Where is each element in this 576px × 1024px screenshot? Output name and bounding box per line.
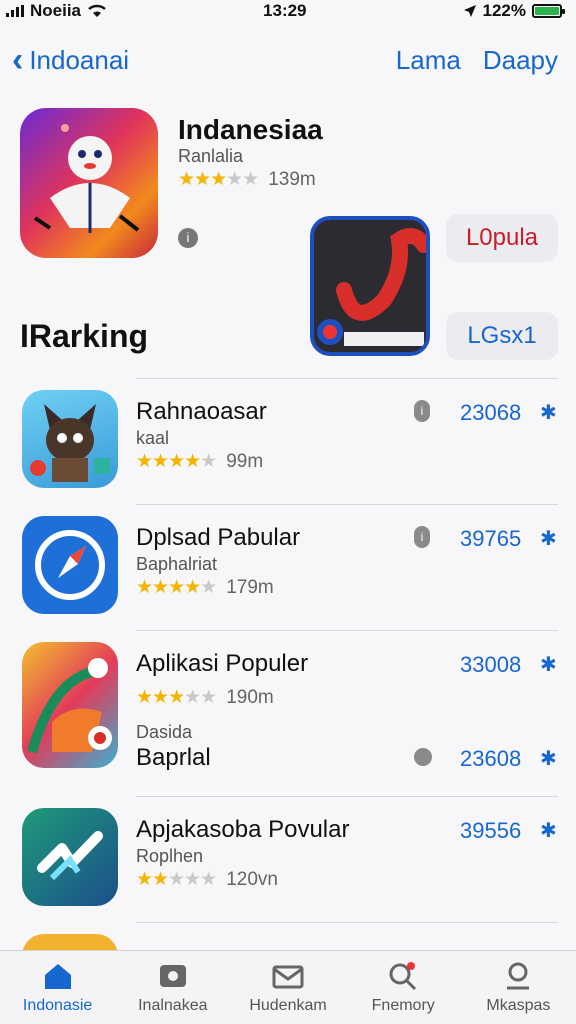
rating-count: 120vn	[226, 868, 278, 890]
app-icon	[22, 808, 118, 906]
tab-fnemory[interactable]: Fnemory	[346, 951, 461, 1024]
info-icon[interactable]	[414, 748, 432, 766]
info-icon[interactable]: i	[178, 228, 198, 248]
rating-count: 99m	[226, 450, 264, 472]
list-item[interactable]: Aplikasi Populer ★★★★★ 190m 33008 ✱ Dasi…	[0, 630, 576, 796]
asterisk-icon[interactable]: ✱	[540, 652, 557, 677]
games-icon	[159, 965, 186, 987]
app-price[interactable]: 39556	[460, 818, 521, 844]
divider	[136, 378, 558, 379]
nav-action-1[interactable]: Lama	[396, 45, 461, 76]
app-icon	[22, 642, 118, 768]
section-title: IRarking	[20, 318, 149, 354]
app-name: Apjakasoba Povular	[136, 816, 350, 843]
tab-label: Indonasie	[22, 997, 93, 1014]
battery-icon	[532, 4, 565, 18]
battery-percent: 122%	[482, 1, 526, 20]
star-rating: ★★★★★	[136, 687, 217, 708]
app-name-secondary: Baprlal	[136, 744, 211, 771]
tab-label: Inalnakea	[138, 997, 208, 1014]
list-item[interactable]: Rahnaoasar kaal ★★★★★ 99m i 23068 ✱	[0, 378, 576, 504]
promo-button-get[interactable]: LGsx1	[446, 312, 558, 360]
app-subtitle: Baphalriat	[136, 554, 218, 574]
back-button[interactable]: ‹ Indoanai	[12, 43, 129, 77]
back-label: Indoanai	[29, 44, 130, 75]
app-rating: ★★★★★ 190m	[136, 686, 274, 709]
app-icon	[22, 934, 118, 950]
app-name: Aplikasi Populer	[136, 650, 309, 677]
info-icon[interactable]: i	[414, 400, 430, 422]
rating-count: 179m	[226, 576, 274, 598]
divider	[136, 504, 558, 505]
carrier-label: Noeiia	[30, 1, 82, 20]
tab-label: Hudenkam	[249, 997, 327, 1014]
star-rating: ★★★★★	[136, 869, 217, 890]
rating-count: 190m	[226, 686, 274, 708]
promo-app-icon[interactable]	[310, 216, 430, 356]
profile-icon	[507, 962, 530, 990]
tab-indonesia[interactable]: Indonasie	[0, 951, 115, 1024]
info-icon[interactable]: i	[414, 526, 430, 548]
featured-app-title: Indanesiaa	[178, 114, 323, 145]
app-icon	[22, 390, 118, 488]
app-rating: ★★★★★ 179m	[136, 576, 274, 599]
featured-app-rating: ★★★★★ 139m	[178, 168, 316, 191]
status-left: Noeiia	[6, 1, 107, 21]
featured-app-subtitle: Ranlalia	[178, 146, 244, 166]
promo-button-popular[interactable]: L0pula	[446, 214, 558, 262]
asterisk-icon[interactable]: ✱	[540, 818, 557, 843]
app-price-secondary[interactable]: 23608	[460, 746, 521, 772]
tab-hudenkam[interactable]: Hudenkam	[230, 951, 345, 1024]
mail-icon	[272, 965, 304, 989]
list-item[interactable]	[0, 922, 576, 950]
app-price[interactable]: 33008	[460, 652, 521, 678]
navigation-bar: ‹ Indoanai Lama Daapy	[0, 38, 576, 82]
wifi-icon	[88, 4, 106, 17]
tab-inalnakea[interactable]: Inalnakea	[115, 951, 230, 1024]
app-icon	[22, 516, 118, 614]
divider	[136, 922, 558, 923]
search-icon	[389, 962, 417, 991]
nav-actions: Lama Daapy	[396, 45, 558, 76]
featured-rating-count: 139m	[268, 168, 316, 190]
location-arrow-icon	[463, 5, 476, 17]
star-rating: ★★★★★	[136, 451, 217, 472]
star-rating: ★★★★★	[178, 169, 259, 190]
chevron-left-icon: ‹	[12, 41, 24, 79]
app-rating: ★★★★★ 99m	[136, 450, 263, 473]
asterisk-icon[interactable]: ✱	[540, 526, 557, 551]
list-item[interactable]: Apjakasoba Povular Roplhen ★★★★★ 120vn 3…	[0, 796, 576, 922]
asterisk-icon[interactable]: ✱	[540, 746, 557, 771]
tab-bar: Indonasie Inalnakea Hudenkam Fnemory Mka…	[0, 950, 576, 1024]
star-rating: ★★★★★	[136, 577, 217, 598]
clock: 13:29	[263, 1, 307, 20]
tab-label: Fnemory	[371, 997, 435, 1014]
status-right: 122%	[463, 1, 565, 21]
featured-app-icon	[20, 108, 158, 258]
app-price[interactable]: 23068	[460, 400, 521, 426]
app-subtitle: Dasida	[136, 722, 193, 742]
home-icon	[44, 964, 71, 989]
app-subtitle: kaal	[136, 428, 170, 448]
asterisk-icon[interactable]: ✱	[540, 400, 557, 425]
status-bar: Noeiia 13:29 122%	[0, 0, 576, 22]
app-rating: ★★★★★ 120vn	[136, 868, 278, 891]
app-name: Dplsad Pabular	[136, 524, 301, 551]
nav-action-2[interactable]: Daapy	[483, 45, 558, 76]
tab-label: Mkaspas	[486, 997, 551, 1014]
app-name: Rahnaoasar	[136, 398, 267, 425]
tab-mkaspas[interactable]: Mkaspas	[461, 951, 576, 1024]
signal-icon	[6, 5, 24, 17]
app-subtitle: Roplhen	[136, 846, 204, 866]
divider	[136, 630, 558, 631]
divider	[136, 796, 558, 797]
app-price[interactable]: 39765	[460, 526, 521, 552]
list-item[interactable]: Dplsad Pabular Baphalriat ★★★★★ 179m i 3…	[0, 504, 576, 630]
